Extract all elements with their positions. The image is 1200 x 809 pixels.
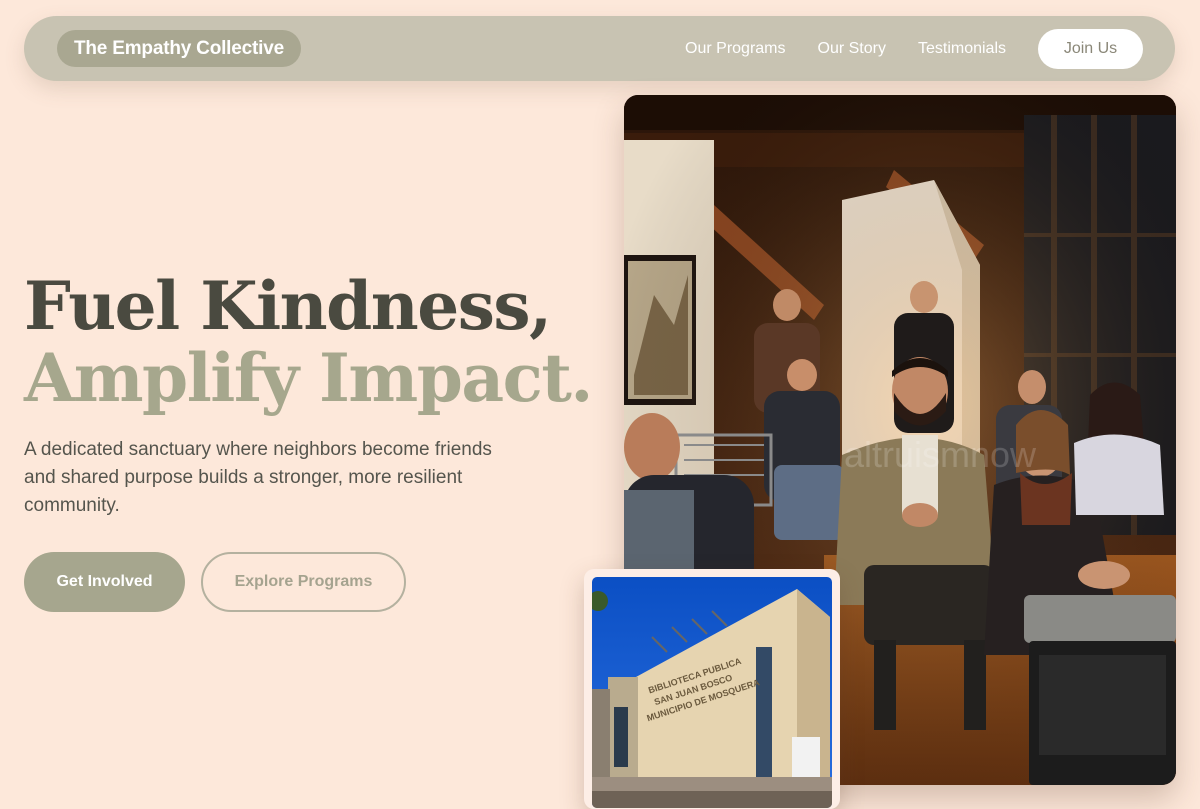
get-involved-button[interactable]: Get Involved (24, 552, 185, 612)
nav-link-our-story[interactable]: Our Story (818, 40, 886, 58)
watermark-text: altruismnow (844, 434, 1037, 475)
headline-line-2: Amplify Impact. (24, 339, 593, 417)
library-building-photo: BIBLIOTECA PUBLICA SAN JUAN BOSCO MUNICI… (592, 577, 832, 808)
top-navigation-bar: The Empathy Collective Our Programs Our … (24, 16, 1175, 81)
hero-description: A dedicated sanctuary where neighbors be… (24, 439, 492, 516)
nav-links: Our Programs Our Story Testimonials Join… (685, 28, 1143, 69)
library-building-photo-card: BIBLIOTECA PUBLICA SAN JUAN BOSCO MUNICI… (584, 569, 840, 809)
join-us-button[interactable]: Join Us (1038, 28, 1143, 69)
nav-link-our-programs[interactable]: Our Programs (685, 40, 785, 58)
brand-logo[interactable]: The Empathy Collective (57, 30, 301, 67)
headline-line-1: Fuel Kindness, (24, 267, 552, 345)
explore-programs-button[interactable]: Explore Programs (201, 552, 406, 612)
nav-link-testimonials[interactable]: Testimonials (918, 40, 1006, 58)
hero-headline: Fuel Kindness, Amplify Impact. (24, 267, 593, 417)
